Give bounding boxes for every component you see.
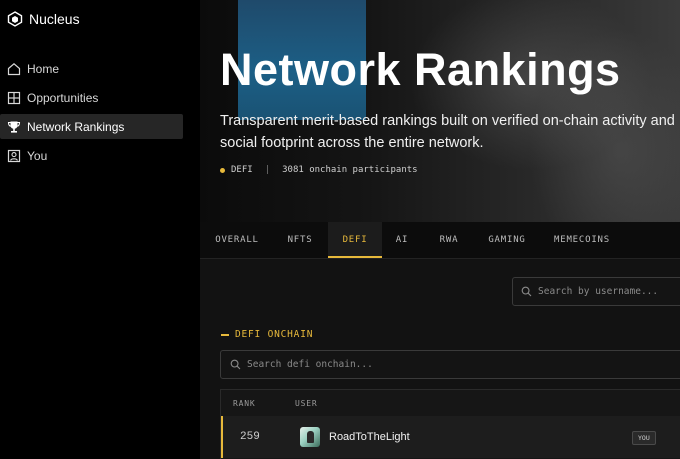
sidebar-item-label: You bbox=[27, 148, 48, 163]
tab-gaming[interactable]: GAMING bbox=[479, 222, 535, 258]
meta-category: DEFI bbox=[231, 165, 253, 175]
search-placeholder: Search defi onchain... bbox=[247, 359, 373, 370]
search-icon bbox=[521, 286, 532, 297]
tab-rwa[interactable]: RWA bbox=[428, 222, 470, 258]
sidebar-nav: Home Opportunities Network Rankings You bbox=[0, 56, 200, 172]
you-badge: YOU bbox=[632, 431, 656, 445]
column-header-user: USER bbox=[295, 398, 318, 408]
category-dot-icon bbox=[220, 167, 225, 173]
section-title-text: DEFI ONCHAIN bbox=[235, 329, 314, 340]
category-tabs: OVERALL NFTS DEFI AI RWA GAMING MEMECOIN… bbox=[200, 222, 680, 259]
sidebar-item-home[interactable]: Home bbox=[0, 56, 183, 81]
page-title: Network Rankings bbox=[220, 44, 621, 95]
brand[interactable]: Nucleus bbox=[7, 10, 80, 28]
hero-meta: DEFI | 3081 onchain participants bbox=[220, 165, 418, 175]
user-icon bbox=[7, 149, 21, 162]
rank-value: 259 bbox=[240, 431, 260, 443]
meta-participants: 3081 onchain participants bbox=[282, 165, 418, 175]
tab-memecoins[interactable]: MEMECOINS bbox=[550, 222, 614, 258]
page-subtitle: Transparent merit-based rankings built o… bbox=[220, 113, 675, 151]
sidebar-item-you[interactable]: You bbox=[0, 143, 183, 168]
sidebar-item-label: Opportunities bbox=[27, 90, 99, 105]
main-content: Network Rankings Transparent merit-based… bbox=[200, 0, 680, 459]
avatar[interactable] bbox=[300, 427, 320, 447]
home-icon bbox=[7, 62, 21, 75]
username-search-input[interactable]: Search by username... bbox=[512, 277, 680, 306]
tab-defi[interactable]: DEFI bbox=[328, 222, 382, 258]
meta-separator: | bbox=[264, 165, 271, 175]
sidebar-item-label: Home bbox=[27, 61, 60, 76]
section-accent-bar bbox=[221, 333, 229, 336]
tab-overall[interactable]: OVERALL bbox=[200, 222, 274, 258]
table-row[interactable]: 259 RoadToTheLight YOU bbox=[221, 416, 680, 458]
trophy-icon bbox=[7, 121, 21, 133]
table-header: RANK USER bbox=[221, 390, 680, 416]
search-placeholder: Search by username... bbox=[538, 286, 659, 297]
rankings-table: RANK USER 259 RoadToTheLight YOU bbox=[220, 389, 680, 459]
brand-name: Nucleus bbox=[29, 11, 80, 27]
grid-icon bbox=[7, 91, 21, 104]
username[interactable]: RoadToTheLight bbox=[329, 431, 410, 443]
sidebar-item-opportunities[interactable]: Opportunities bbox=[0, 85, 183, 110]
sidebar: Nucleus Home Opportunities Network Ranki… bbox=[0, 0, 200, 459]
sidebar-item-network-rankings[interactable]: Network Rankings bbox=[0, 114, 183, 139]
search-icon bbox=[230, 359, 241, 370]
sidebar-item-label: Network Rankings bbox=[27, 119, 125, 134]
defi-search-input[interactable]: Search defi onchain... bbox=[220, 350, 680, 379]
tab-nfts[interactable]: NFTS bbox=[274, 222, 326, 258]
section-title: DEFI ONCHAIN bbox=[221, 329, 313, 340]
column-header-rank: RANK bbox=[233, 398, 256, 408]
nucleus-logo-icon bbox=[7, 11, 23, 27]
tab-ai[interactable]: AI bbox=[386, 222, 418, 258]
hero-banner: Network Rankings Transparent merit-based… bbox=[200, 0, 680, 222]
